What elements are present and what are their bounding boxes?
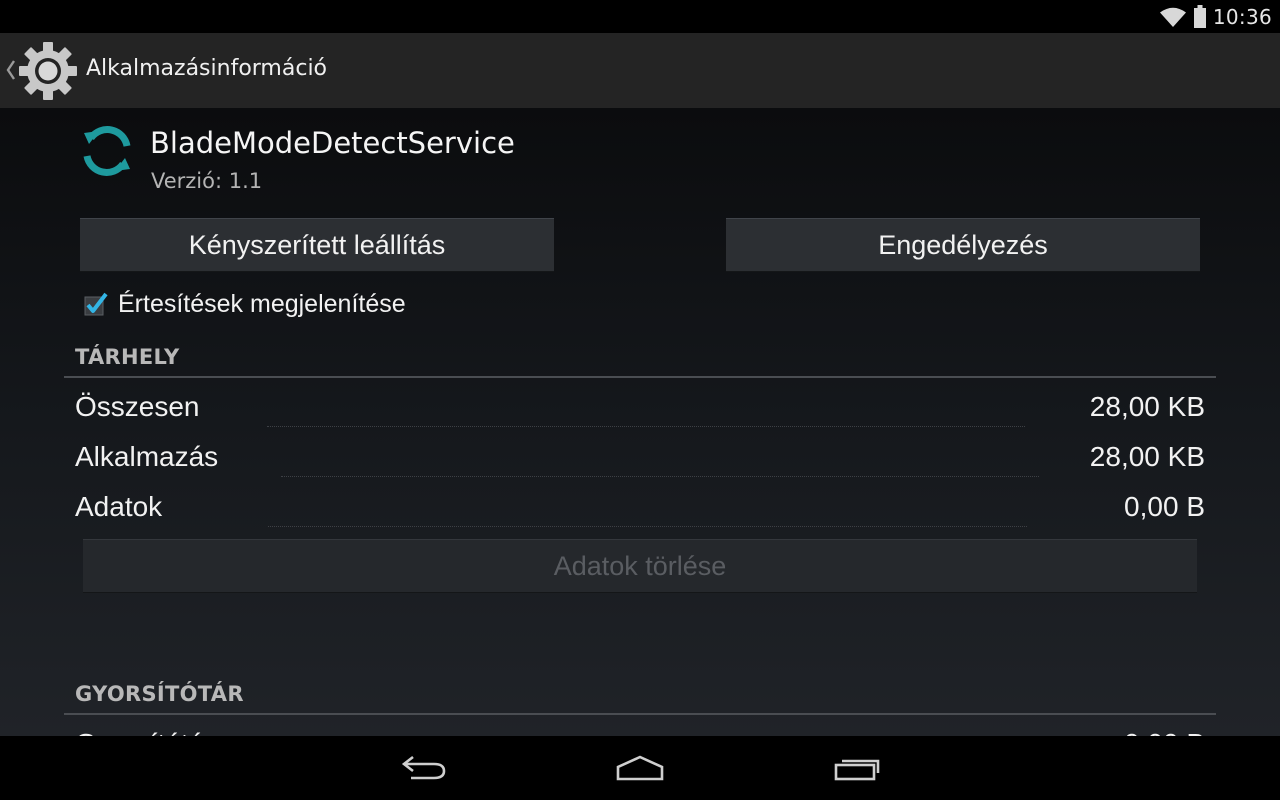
show-notifications-label: Értesítések megjelenítése xyxy=(118,289,406,318)
storage-data-value: 0,00 B xyxy=(1124,491,1205,522)
cache-row: Gyorsítótár 0,00 B xyxy=(75,728,1205,736)
storage-app-label: Alkalmazás xyxy=(75,441,219,472)
cache-divider xyxy=(64,713,1216,715)
cache-label: Gyorsítótár xyxy=(75,728,213,736)
force-stop-button[interactable]: Kényszerített leállítás xyxy=(80,218,554,272)
dotted-leader xyxy=(281,476,1039,477)
storage-row-app: Alkalmazás 28,00 KB xyxy=(75,441,1205,481)
up-caret-icon[interactable] xyxy=(3,57,17,83)
cache-value: 0,00 B xyxy=(1124,728,1205,736)
dotted-leader xyxy=(268,526,1027,527)
storage-total-label: Összesen xyxy=(75,391,200,422)
show-notifications-checkbox[interactable] xyxy=(84,292,108,316)
back-icon xyxy=(401,755,446,780)
status-icons: 10:36 xyxy=(1159,4,1272,30)
recent-apps-icon xyxy=(834,759,880,781)
home-button[interactable] xyxy=(610,750,670,786)
battery-icon xyxy=(1193,5,1206,28)
storage-row-total: Összesen 28,00 KB xyxy=(75,391,1205,431)
storage-total-value: 28,00 KB xyxy=(1089,391,1205,422)
storage-section-header: TÁRHELY xyxy=(75,345,180,369)
storage-divider xyxy=(64,376,1216,378)
recent-apps-button[interactable] xyxy=(827,750,887,786)
dotted-leader xyxy=(267,426,1025,427)
sync-icon xyxy=(83,126,131,176)
action-bar-title: Alkalmazásinformáció xyxy=(86,56,328,81)
home-icon xyxy=(616,755,664,781)
enable-button[interactable]: Engedélyezés xyxy=(726,218,1200,272)
storage-row-data: Adatok 0,00 B xyxy=(75,491,1205,531)
action-bar: Alkalmazásinformáció xyxy=(0,33,1280,108)
app-name: BladeModeDetectService xyxy=(150,126,515,160)
cache-section-header: GYORSÍTÓTÁR xyxy=(75,682,244,706)
wifi-icon xyxy=(1159,7,1186,27)
navigation-bar xyxy=(0,736,1280,800)
app-info-content: BladeModeDetectService Verzió: 1.1 Kénys… xyxy=(0,108,1280,736)
status-bar: 10:36 xyxy=(0,0,1280,33)
storage-app-value: 28,00 KB xyxy=(1089,441,1205,472)
app-version: Verzió: 1.1 xyxy=(151,169,263,193)
settings-gear-icon[interactable] xyxy=(18,41,78,101)
status-time: 10:36 xyxy=(1212,5,1272,29)
show-notifications-row[interactable]: Értesítések megjelenítése xyxy=(84,288,406,320)
storage-data-label: Adatok xyxy=(75,491,163,522)
clear-data-button[interactable]: Adatok törlése xyxy=(83,539,1197,593)
back-button[interactable] xyxy=(394,750,454,786)
